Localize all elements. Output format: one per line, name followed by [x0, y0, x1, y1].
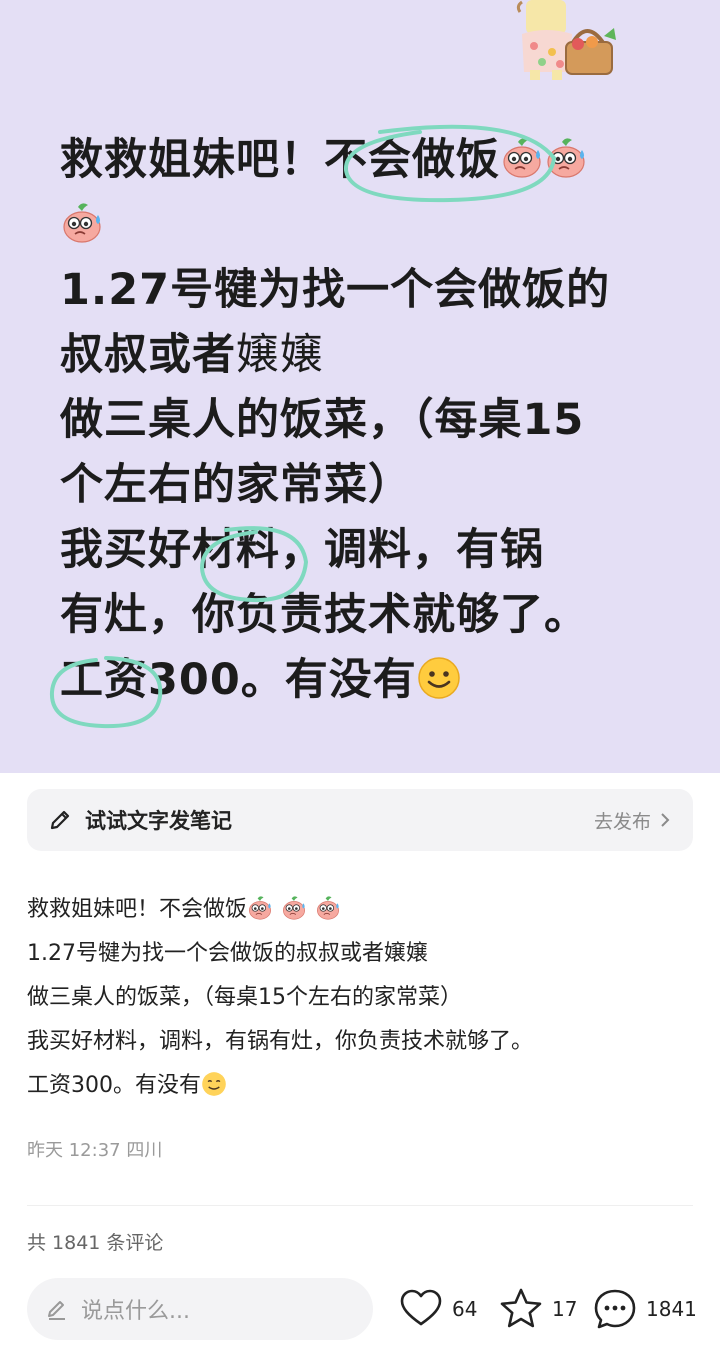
- like-count: 64: [452, 1297, 478, 1321]
- sweating-peach-emoji-icon: [281, 893, 307, 920]
- comment-input-placeholder: 说点什么...: [81, 1299, 190, 1324]
- divider: [27, 1205, 693, 1206]
- sweating-peach-emoji-icon: [315, 893, 341, 920]
- star-icon: [500, 1288, 542, 1328]
- post-image-text: 救救姐妹吧！不会做饭 1.27号犍为找一个会做饭的 叔叔或者嬢嬢 做三桌人的饭菜…: [60, 128, 670, 713]
- post-time-location: 昨天 12:37 四川: [27, 1140, 163, 1161]
- collect-button[interactable]: 17: [498, 1286, 577, 1332]
- image-line-7: 有灶，你负责技术就够了。: [60, 590, 588, 640]
- image-line-5: 个左右的家常菜）: [60, 460, 412, 510]
- caption-line: 救救姐妹吧！不会做饭: [27, 888, 693, 932]
- sweating-peach-emoji-icon: [60, 199, 104, 243]
- pen-icon: [48, 1301, 65, 1320]
- image-line-2: 1.27号犍为找一个会做饭的: [60, 265, 611, 315]
- heart-icon: [400, 1289, 442, 1326]
- publish-link[interactable]: 去发布: [594, 807, 671, 834]
- bottom-action-bar: 说点什么... 64 17 1841: [0, 1262, 720, 1350]
- comment-input[interactable]: 说点什么...: [27, 1278, 373, 1340]
- caption-line: 我买好材料，调料，有锅有灶，你负责技术就够了。: [27, 1029, 534, 1054]
- post-image[interactable]: 救救姐妹吧！不会做饭 1.27号犍为找一个会做饭的 叔叔或者嬢嬢 做三桌人的饭菜…: [0, 0, 720, 773]
- prompt-label: 试试文字发笔记: [85, 809, 232, 833]
- text-note-prompt-bar[interactable]: 试试文字发笔记 去发布: [27, 789, 693, 851]
- sweating-peach-emoji-icon: [247, 893, 273, 920]
- comment-count: 1841: [646, 1297, 697, 1321]
- caption-line: 工资300。有没有: [27, 1064, 693, 1108]
- smiling-face-icon: [417, 654, 461, 699]
- image-line-6: 我买好材料，调料，有锅: [60, 525, 544, 575]
- image-line-4: 做三桌人的饭菜，（每桌15: [60, 395, 585, 445]
- image-line-8: 工资300。有没有: [60, 648, 670, 713]
- sweating-peach-emoji-icon: [544, 134, 588, 178]
- caption-line: 1.27号犍为找一个会做饭的叔叔或者嬢嬢: [27, 941, 428, 966]
- pen-icon: [50, 810, 70, 830]
- comments-count: 共 1841 条评论: [27, 1232, 164, 1254]
- chevron-right-icon: [661, 813, 670, 827]
- collect-count: 17: [552, 1297, 578, 1321]
- smiling-face-icon: [201, 1069, 227, 1096]
- comment-button[interactable]: 1841: [592, 1286, 697, 1332]
- image-line-1: 救救姐妹吧！不会做饭: [60, 128, 670, 193]
- image-line-3: 叔叔或者嬢嬢: [60, 330, 324, 380]
- sweating-peach-emoji-icon: [500, 134, 544, 178]
- girl-with-basket-illustration: [516, 0, 616, 80]
- chat-bubble-icon: [594, 1289, 636, 1329]
- image-line-emoji: [60, 193, 670, 258]
- like-button[interactable]: 64: [398, 1286, 477, 1332]
- publish-link-label: 去发布: [593, 810, 651, 833]
- caption-line: 做三桌人的饭菜，（每桌15个左右的家常菜）: [27, 985, 462, 1010]
- post-caption: 救救姐妹吧！不会做饭 1.27号犍为找一个会做饭的叔叔或者嬢嬢 做三桌人的饭菜，…: [27, 888, 693, 1108]
